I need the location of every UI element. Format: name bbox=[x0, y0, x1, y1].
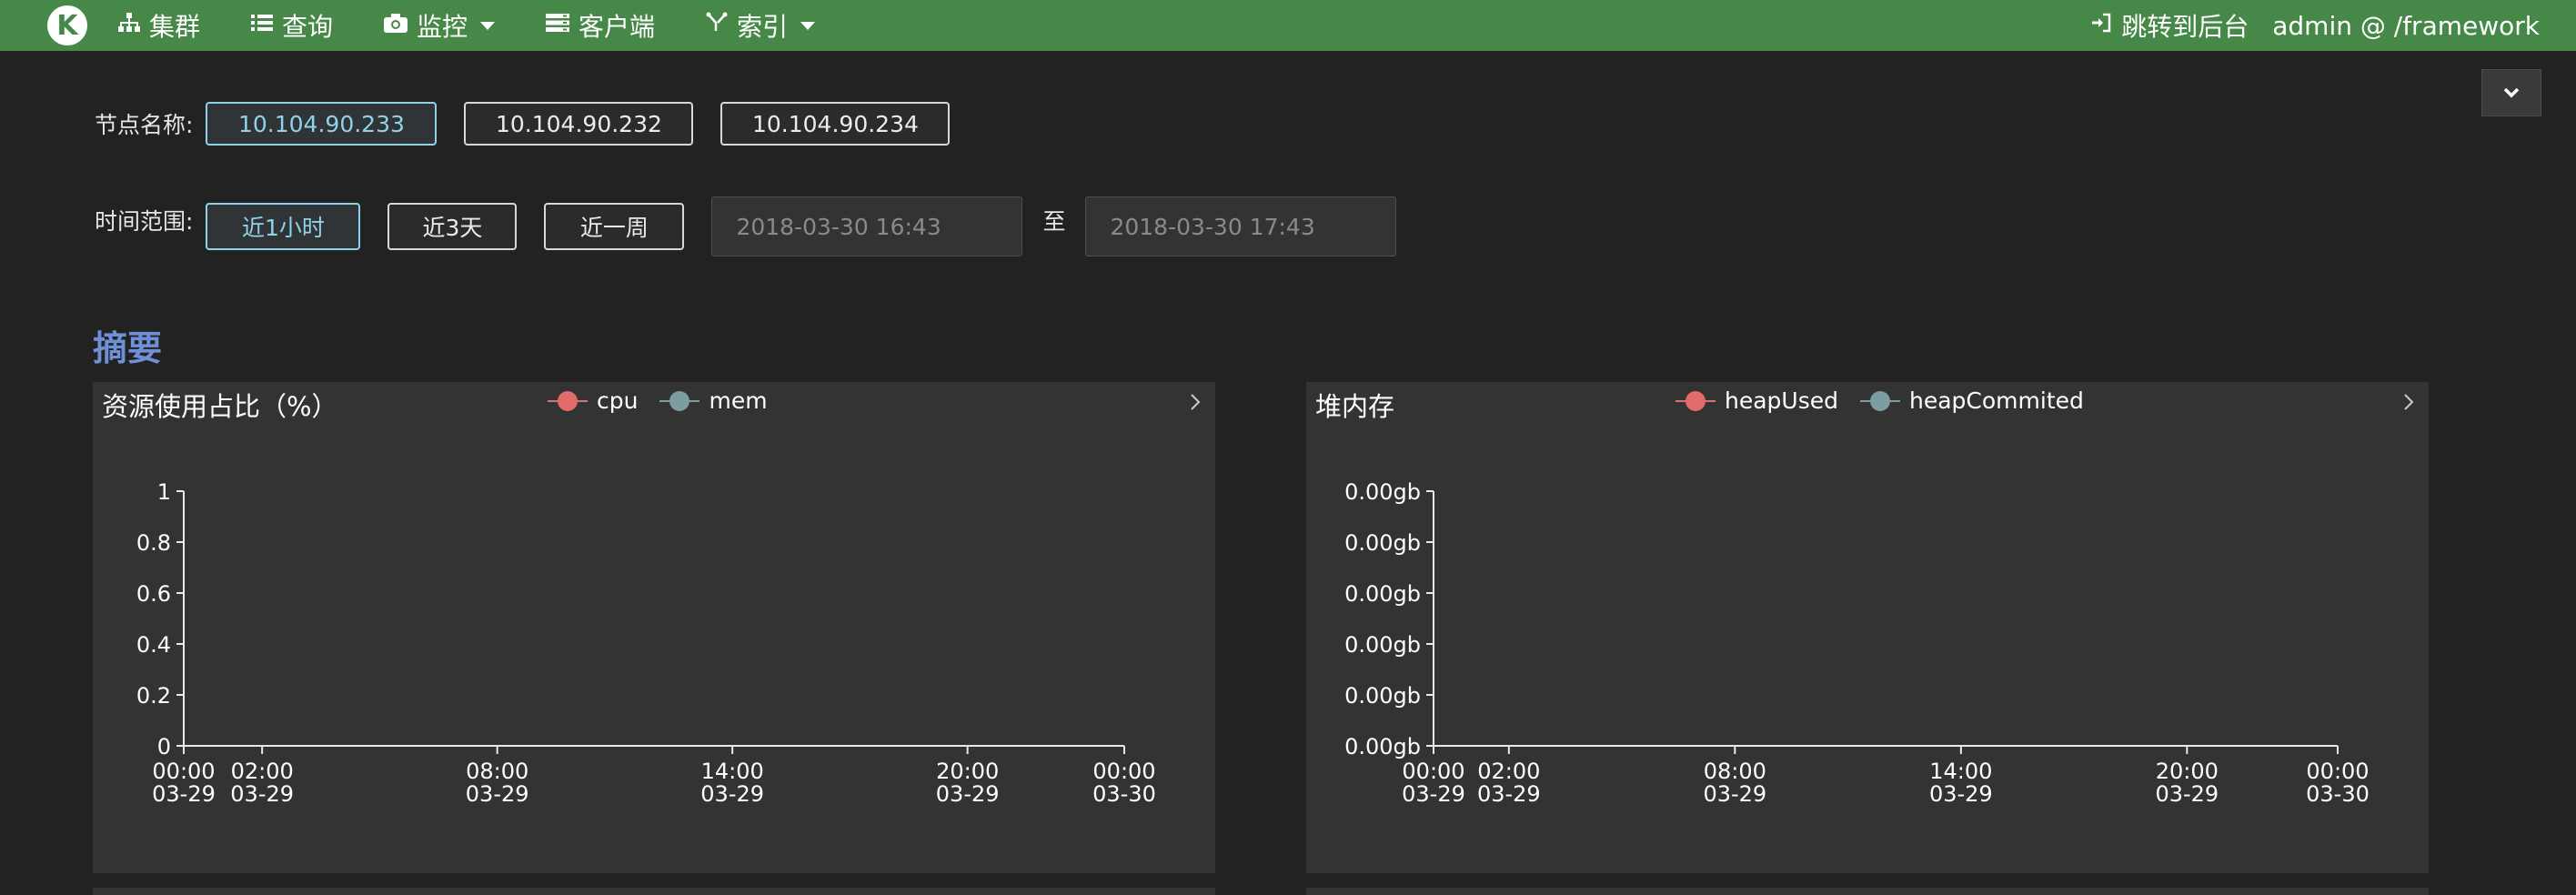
sitemap-icon bbox=[118, 13, 140, 38]
resource-usage-panel: 资源使用占比（%） cpu mem 0 0.2 0.4 0.6 0.8 1 00:00 03-… bbox=[93, 382, 1215, 873]
nav-item-query[interactable]: 查询 bbox=[251, 7, 333, 44]
x-tick-label: 08:00 bbox=[1704, 759, 1766, 784]
range-button-1w[interactable]: 近一周 bbox=[544, 203, 685, 250]
jump-to-admin-label: 跳转到后台 bbox=[2121, 12, 2249, 42]
list-icon bbox=[251, 13, 274, 38]
heap-memory-panel: 堆内存 heapUsed heapCommited 0.00gb 0.00gb 0.… bbox=[1306, 382, 2429, 873]
filter-icon bbox=[706, 12, 728, 39]
sign-in-icon bbox=[2090, 12, 2112, 39]
y-tick-label: 1 bbox=[157, 479, 171, 505]
start-time-input[interactable]: 2018-03-30 16:43 bbox=[711, 196, 1023, 256]
x-tick-label: 03-29 bbox=[1402, 781, 1465, 807]
jump-to-admin-link[interactable]: 跳转到后台 bbox=[2090, 7, 2249, 44]
resource-usage-chart: 00.20.40.60.8100:0003-2902:0003-2908:000… bbox=[136, 479, 1156, 807]
node-filter-row: 节点名称: 10.104.90.233 10.104.90.232 10.104… bbox=[95, 102, 977, 146]
next-panel-edge bbox=[1306, 888, 2429, 895]
user-label: admin @ /framework bbox=[2272, 10, 2540, 41]
x-tick-label: 03-29 bbox=[1477, 781, 1541, 807]
next-panel-edge bbox=[93, 888, 1215, 895]
nav-item-index[interactable]: 索引 bbox=[706, 7, 816, 44]
x-tick-label: 14:00 bbox=[701, 759, 764, 784]
node-button-234[interactable]: 10.104.90.234 bbox=[720, 102, 951, 146]
x-tick-label: 03-29 bbox=[2155, 781, 2219, 807]
range-button-1h[interactable]: 近1小时 bbox=[206, 203, 361, 250]
y-tick-label: 0.2 bbox=[136, 683, 171, 709]
user-info[interactable]: admin @ /framework bbox=[2272, 11, 2540, 41]
top-navbar: K 集群 查询 监控 客户端 索引 跳转到后台 admin @ /framewo… bbox=[0, 0, 2576, 51]
x-tick-label: 03-29 bbox=[936, 781, 1000, 807]
x-tick-label: 20:00 bbox=[936, 759, 999, 784]
y-tick-label: 0 bbox=[157, 734, 171, 759]
nav-item-label: 查询 bbox=[282, 12, 334, 42]
end-time-input[interactable]: 2018-03-30 17:43 bbox=[1085, 196, 1397, 256]
y-tick-label: 0.00gb bbox=[1344, 530, 1421, 556]
node-name-label: 节点名称: bbox=[95, 112, 194, 138]
y-tick-label: 0.6 bbox=[136, 581, 171, 607]
nav-item-label: 索引 bbox=[737, 12, 789, 42]
x-tick-label: 00:00 bbox=[1402, 759, 1464, 784]
x-tick-label: 03-29 bbox=[152, 781, 216, 807]
time-range-label: 时间范围: bbox=[95, 208, 194, 235]
y-tick-label: 0.00gb bbox=[1344, 632, 1421, 658]
app-logo[interactable]: K bbox=[47, 5, 87, 45]
x-tick-label: 03-29 bbox=[230, 781, 294, 807]
nav-item-client[interactable]: 客户端 bbox=[546, 7, 655, 44]
node-button-232[interactable]: 10.104.90.232 bbox=[464, 102, 694, 146]
x-tick-label: 08:00 bbox=[466, 759, 528, 784]
time-range-row: 时间范围: 近1小时 近3天 近一周 2018-03-30 16:43 至 20… bbox=[95, 196, 1397, 256]
x-tick-label: 00:00 bbox=[152, 759, 215, 784]
y-tick-label: 0.00gb bbox=[1344, 683, 1421, 709]
heap-memory-chart: 0.00gb0.00gb0.00gb0.00gb0.00gb0.00gb00:0… bbox=[1344, 479, 2370, 807]
to-label: 至 bbox=[1042, 208, 1066, 235]
y-tick-label: 0.8 bbox=[136, 530, 171, 556]
y-tick-label: 0.00gb bbox=[1344, 581, 1421, 607]
x-tick-label: 03-29 bbox=[466, 781, 529, 807]
nav-item-label: 监控 bbox=[417, 12, 468, 42]
x-tick-label: 20:00 bbox=[2156, 759, 2219, 784]
summary-section-title: 摘要 bbox=[93, 328, 163, 368]
nav-item-label: 集群 bbox=[149, 12, 201, 42]
x-tick-label: 03-29 bbox=[1703, 781, 1766, 807]
nav-right-group: 跳转到后台 admin @ /framework bbox=[2067, 7, 2540, 44]
server-icon bbox=[546, 13, 570, 38]
chevron-down-icon bbox=[2503, 87, 2520, 98]
x-tick-label: 00:00 bbox=[2306, 759, 2369, 784]
x-tick-label: 03-29 bbox=[1929, 781, 1993, 807]
x-tick-label: 03-30 bbox=[1092, 781, 1156, 807]
x-tick-label: 00:00 bbox=[1092, 759, 1155, 784]
x-tick-label: 03-29 bbox=[700, 781, 764, 807]
y-tick-label: 0.00gb bbox=[1344, 734, 1421, 759]
range-button-3d[interactable]: 近3天 bbox=[387, 203, 518, 250]
collapse-toggle-button[interactable] bbox=[2481, 69, 2541, 116]
chevron-down-icon bbox=[800, 21, 816, 30]
nav-item-label: 客户端 bbox=[579, 12, 656, 42]
x-tick-label: 14:00 bbox=[1929, 759, 1992, 784]
node-button-233[interactable]: 10.104.90.233 bbox=[206, 102, 438, 146]
x-tick-label: 03-30 bbox=[2306, 781, 2370, 807]
camera-icon bbox=[384, 13, 408, 38]
x-tick-label: 02:00 bbox=[231, 759, 294, 784]
nav-item-monitor[interactable]: 监控 bbox=[384, 7, 496, 44]
x-tick-label: 02:00 bbox=[1477, 759, 1540, 784]
nav-item-cluster[interactable]: 集群 bbox=[118, 7, 200, 44]
chevron-down-icon bbox=[480, 21, 496, 30]
y-tick-label: 0.4 bbox=[136, 632, 171, 658]
y-tick-label: 0.00gb bbox=[1344, 479, 1421, 505]
